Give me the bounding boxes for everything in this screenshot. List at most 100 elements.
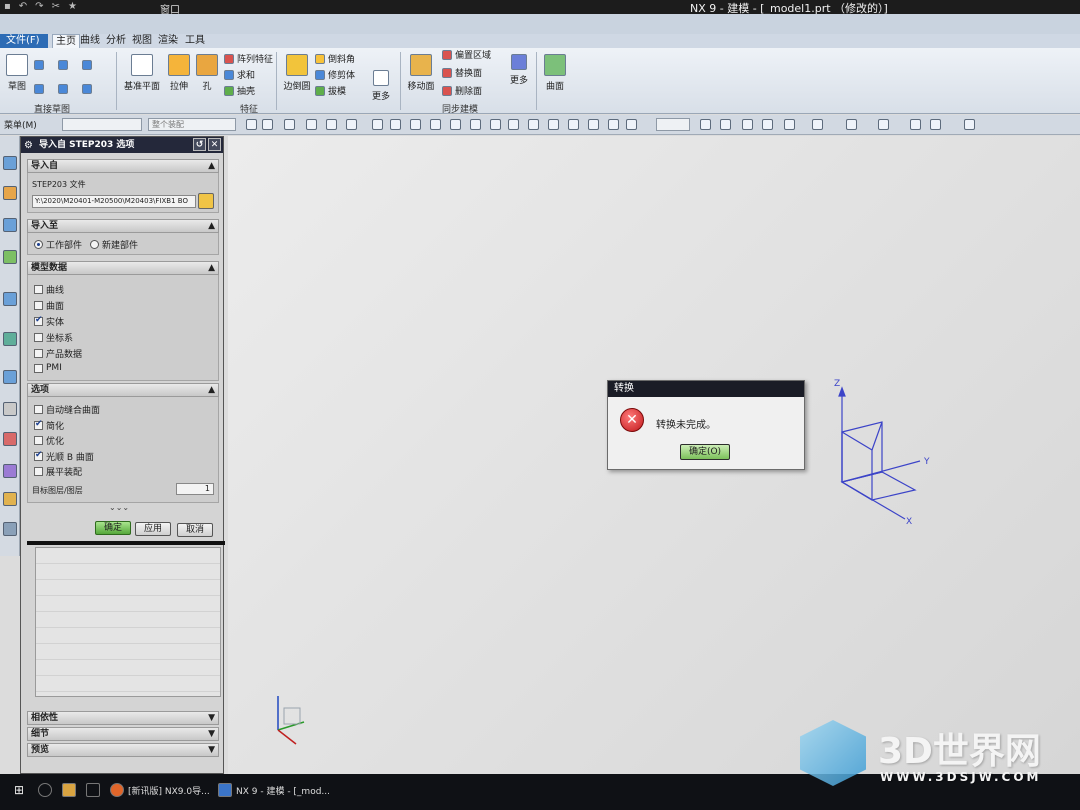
edge-blend-button[interactable]: 边倒圆 [280,54,314,92]
checkbox[interactable] [34,285,43,294]
orient-view-icon[interactable] [784,119,795,130]
system-scene-icon[interactable] [3,522,17,536]
reset-icon[interactable]: ↺ [193,138,206,151]
constraint-navigator-icon[interactable] [3,186,17,200]
control-point-icon[interactable] [470,119,481,130]
checkbox-row[interactable]: 实体 [34,315,64,328]
checkbox[interactable] [34,436,43,445]
expand-more-icon[interactable]: ⌄⌄⌄ [109,503,129,512]
redo-icon[interactable]: ↷ [35,1,43,12]
arc-center-icon[interactable] [508,119,519,130]
radio-new-part[interactable]: 新建部件 [90,238,138,251]
file-menu[interactable]: 文件(F) [0,34,48,48]
bounded-point-icon[interactable] [608,119,619,130]
existing-point-icon[interactable] [548,119,559,130]
cut-icon[interactable]: ✂ [52,1,60,12]
curve-rule-icon[interactable] [326,119,337,130]
layer-field[interactable]: 1 [176,483,214,495]
star-icon[interactable]: ★ [68,1,77,12]
section-import-to[interactable]: 导入至 ▲ [27,219,219,233]
section-preview[interactable]: 预览 ▼ [27,743,219,757]
file-path-field[interactable]: Y:\2020\M20401-M20500\M20403\FIXB1 BO [32,195,196,208]
undo-icon[interactable]: ↶ [19,1,27,12]
taskview-icon[interactable] [86,783,100,797]
point-icon[interactable] [410,119,421,130]
shell-button[interactable]: 抽壳 [224,84,255,97]
tab-render[interactable]: 渲染 [155,34,181,48]
draft-button[interactable]: 拔模 [315,84,346,97]
pan-icon[interactable] [762,119,773,130]
checkbox[interactable] [34,349,43,358]
checkbox[interactable] [34,363,43,373]
display-combo[interactable] [656,118,690,131]
quadrant-icon[interactable] [528,119,539,130]
tab-curve[interactable]: 曲线 [77,34,103,48]
circle-tool-icon[interactable] [58,84,68,94]
rotate-icon[interactable] [742,119,753,130]
system-materials-icon[interactable] [3,402,17,416]
checkbox[interactable] [34,467,43,476]
endpoint-icon[interactable] [450,119,461,130]
delete-face-button[interactable]: 删除面 [442,84,482,97]
radio-work-part[interactable]: 工作部件 [34,238,82,251]
checkbox-row[interactable]: 曲线 [34,283,64,296]
face-point-icon[interactable] [588,119,599,130]
tab-tools[interactable]: 工具 [182,34,208,48]
view-icon[interactable] [284,119,295,130]
profile-tool-icon[interactable] [34,60,44,70]
cancel-button[interactable]: 取消 [177,523,213,537]
box-select-icon[interactable] [346,119,357,130]
windows-start-icon[interactable]: ⊞ [14,783,28,797]
checkbox[interactable] [34,301,43,310]
show-hide-icon[interactable] [878,119,889,130]
checkbox-row[interactable]: 光顺 B 曲面 [34,450,94,463]
close-icon[interactable]: ✕ [208,138,221,151]
nx-icon[interactable] [218,783,232,797]
datum-plane-button[interactable]: 基准平面 [122,54,162,92]
hole-button[interactable]: 孔 [190,54,224,92]
checkbox[interactable] [34,315,43,326]
checkbox[interactable] [34,405,43,414]
search-icon[interactable] [38,783,52,797]
shade-icon[interactable] [372,119,383,130]
trim-body-button[interactable]: 修剪体 [315,68,355,81]
gear-icon[interactable]: ⚙ [24,138,33,154]
chamfer-button[interactable]: 倒斜角 [315,52,355,65]
replace-face-button[interactable]: 替换面 [442,66,482,79]
menu-button[interactable]: 菜单(M) [4,118,37,131]
checkbox-row[interactable]: 产品数据 [34,347,82,360]
checkbox[interactable] [34,419,43,430]
browser-icon[interactable] [110,783,124,797]
selection-scope-combo[interactable]: 整个装配 [148,118,236,131]
wcs-icon[interactable] [930,119,941,130]
toolbar-options-icon[interactable] [964,119,975,130]
offset-region-button[interactable]: 偏置区域 [442,48,491,61]
hd3d-tools-icon[interactable] [3,292,17,306]
zoom-icon[interactable] [720,119,731,130]
tab-analysis[interactable]: 分析 [103,34,129,48]
tab-view[interactable]: 视图 [129,34,155,48]
solid-icon[interactable] [390,119,401,130]
snap-icon[interactable] [246,119,257,130]
selection-filter-combo[interactable] [62,118,142,131]
section-details[interactable]: 细节 ▼ [27,727,219,741]
sketch-button[interactable]: 草图 [0,54,34,92]
checkbox-row[interactable]: 展平装配 [34,465,82,478]
checkbox[interactable] [34,333,43,342]
datum-csys-triad[interactable]: Z Y X [820,372,940,532]
taskbar-item-browser[interactable]: [新讯版] NX9.0导... [128,784,210,797]
section-model-data[interactable]: 模型数据 ▲ [27,261,219,275]
section-options[interactable]: 选项 ▲ [27,383,219,397]
section-import-from[interactable]: 导入自 ▲ [27,159,219,173]
section-dependency[interactable]: 相依性 ▼ [27,711,219,725]
taskbar-item-nx[interactable]: NX 9 - 建模 - [_mod... [236,784,330,797]
roles-icon[interactable] [3,492,17,506]
checkbox-row[interactable]: 简化 [34,419,64,432]
checkbox-row[interactable]: 优化 [34,434,64,447]
unite-button[interactable]: 求和 [224,68,255,81]
edit-work-section-icon[interactable] [846,119,857,130]
arc-tool-icon[interactable] [34,84,44,94]
manufacturing-wizard-icon[interactable] [3,464,17,478]
line-tool-icon[interactable] [82,60,92,70]
apply-button[interactable]: 应用 [135,522,171,536]
